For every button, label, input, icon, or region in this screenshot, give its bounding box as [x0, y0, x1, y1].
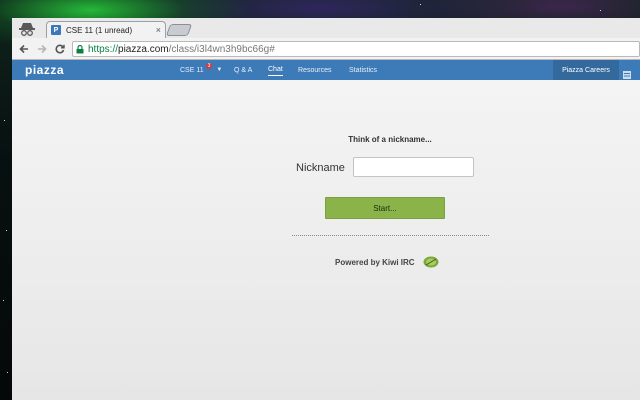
browser-window: P CSE 11 (1 unread) × https:// piazza.co…	[12, 18, 640, 400]
nickname-prompt: Think of a nickname...	[348, 135, 432, 144]
forward-icon[interactable]	[33, 40, 51, 58]
course-name: CSE 11	[180, 66, 204, 74]
address-bar[interactable]: https:// piazza.com /class/i3l4wn3h9bc66…	[72, 41, 640, 57]
nickname-label: Nickname	[296, 162, 345, 174]
nav-qa[interactable]: Q & A	[234, 60, 252, 80]
close-tab-icon[interactable]: ×	[156, 25, 161, 35]
piazza-logo[interactable]: piazza	[25, 63, 64, 77]
browser-toolbar: https:// piazza.com /class/i3l4wn3h9bc66…	[12, 38, 640, 60]
nav-statistics[interactable]: Statistics	[349, 60, 377, 80]
kiwi-icon[interactable]	[423, 256, 439, 268]
powered-by-text: Powered by Kiwi IRC	[335, 257, 415, 267]
piazza-careers-link[interactable]: Piazza Careers	[553, 60, 619, 80]
chevron-down-icon: ▼	[216, 67, 223, 73]
start-button[interactable]: Start...	[325, 197, 445, 219]
url-path: /class/i3l4wn3h9bc66g#	[168, 43, 275, 55]
powered-by: Powered by Kiwi IRC	[335, 256, 439, 268]
piazza-favicon-icon: P	[51, 25, 61, 35]
menu-icon[interactable]	[623, 66, 631, 79]
course-badge: 3	[205, 63, 213, 69]
piazza-header: piazza CSE 11 3 ▼ Q & A Chat Resources S…	[12, 60, 640, 80]
course-dropdown[interactable]: CSE 11 3 ▼	[180, 60, 222, 80]
tab-piazza[interactable]: P CSE 11 (1 unread) ×	[46, 21, 166, 38]
url-scheme: https://	[88, 43, 119, 55]
url-host: piazza.com	[118, 43, 169, 55]
nav-resources[interactable]: Resources	[298, 60, 331, 80]
back-icon[interactable]	[15, 40, 33, 58]
tab-title: CSE 11 (1 unread)	[66, 25, 133, 35]
nav-chat[interactable]: Chat	[268, 64, 283, 76]
incognito-icon	[16, 20, 38, 38]
chat-content: Think of a nickname... Nickname Start...…	[12, 80, 640, 400]
new-tab-button[interactable]	[165, 24, 193, 36]
lock-icon	[76, 44, 84, 54]
nickname-input[interactable]	[353, 157, 474, 177]
tab-strip: P CSE 11 (1 unread) ×	[12, 18, 640, 38]
divider	[292, 235, 489, 236]
reload-icon[interactable]	[51, 40, 69, 58]
